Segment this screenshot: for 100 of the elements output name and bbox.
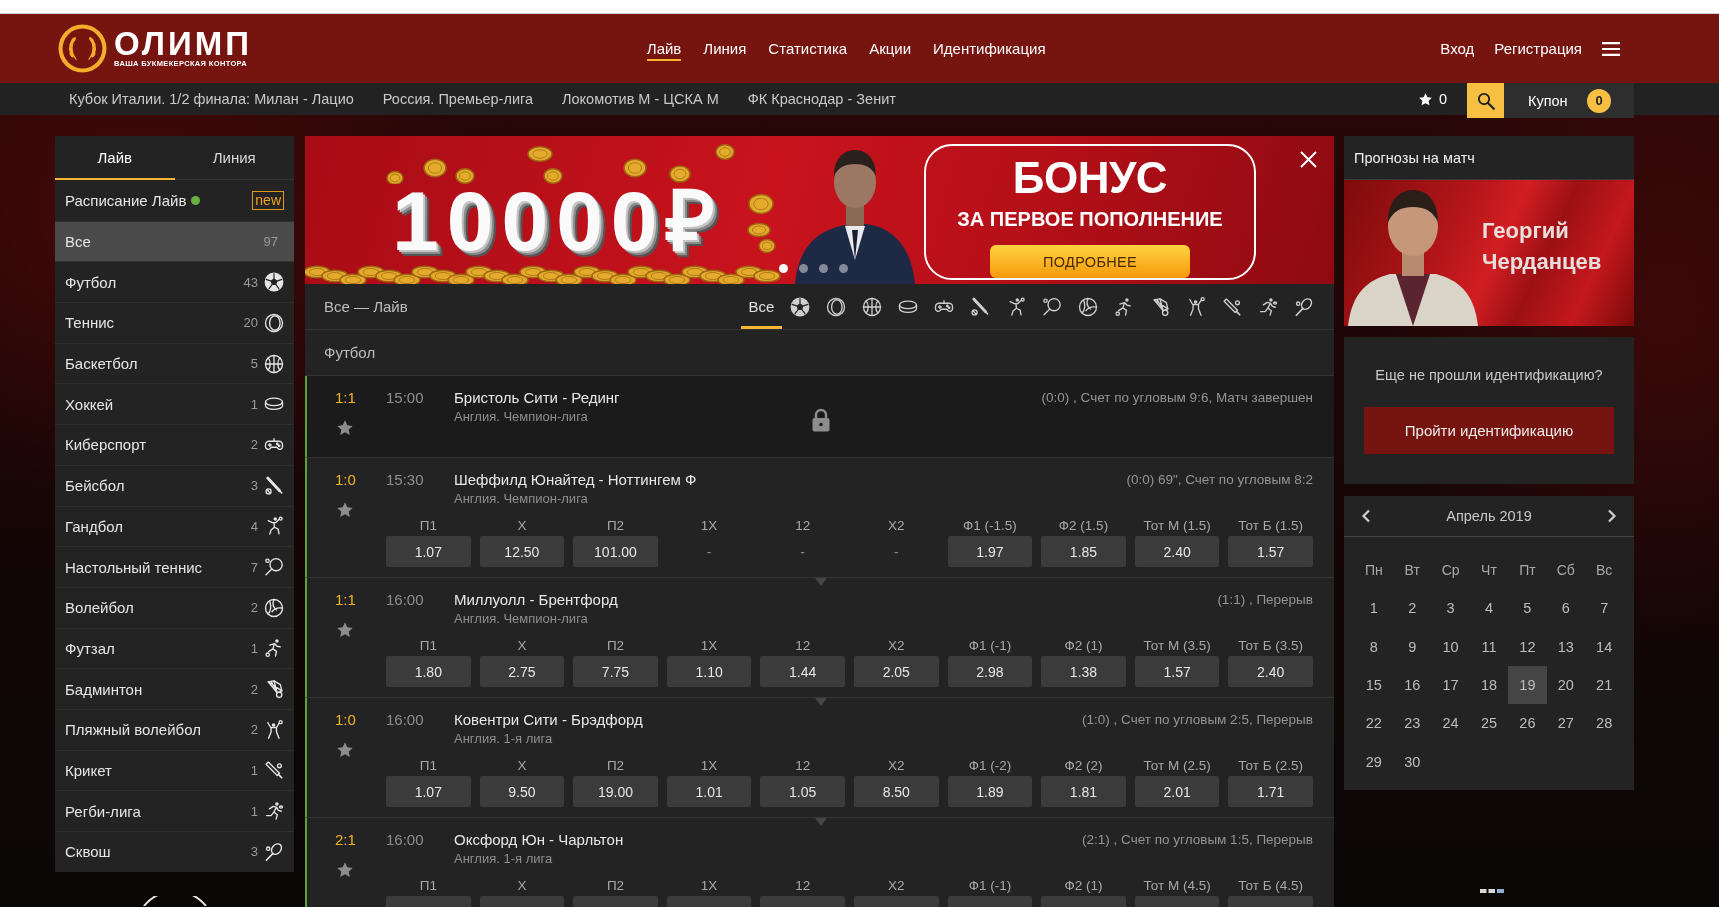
match-teams[interactable]: Бристоль Сити - Рединг [454,388,620,408]
event-link[interactable]: Кубок Италии. 1/2 финала: Милан - Лацио [69,91,354,107]
calendar-day[interactable]: 6 [1546,589,1585,628]
carousel-dot[interactable] [819,264,828,273]
sport-item[interactable]: Регби-лига 1 [55,790,294,831]
star-icon[interactable] [336,741,354,759]
tab[interactable]: Линия [174,136,294,180]
calendar-day[interactable]: 1 [1354,589,1393,628]
odds-button[interactable]: 1.85 [1041,536,1126,567]
odds-button[interactable]: 1.81 [1041,776,1126,807]
coupon-button[interactable]: Купон 0 [1504,83,1634,118]
odds-button[interactable]: 1.01 [666,776,752,807]
odds-button[interactable]: 1.38 [1041,656,1126,687]
sport-item[interactable]: Баскетбол 5 [55,342,294,384]
calendar-day[interactable]: 2 [1393,589,1432,628]
expert-banner[interactable]: Георгий Черданцев [1344,180,1634,326]
calendar-day[interactable]: 13 [1546,627,1585,666]
odds-button[interactable]: 1.07 [386,776,471,807]
calendar-day[interactable]: 21 [1584,665,1624,705]
odds-button[interactable]: 1.05 [760,776,845,807]
details-button[interactable]: ПОДРОБНЕЕ [990,245,1190,278]
odds-button[interactable]: 2.05 [854,656,939,687]
sport-item[interactable]: Хоккей 1 [55,383,294,425]
sport-item[interactable]: Крикет 1 [55,749,294,791]
odds-button[interactable]: 2.98 [947,656,1033,687]
nav-link[interactable]: Идентификация [933,36,1046,61]
calendar-day[interactable]: 18 [1469,665,1509,705]
sport-item[interactable]: Теннис 20 [55,302,294,343]
star-icon[interactable] [336,501,354,519]
calendar-day[interactable]: 12 [1508,627,1547,666]
logo-text[interactable]: ОЛИМП [114,29,252,59]
odds-button[interactable]: 1.97 [947,536,1033,567]
carousel-dot[interactable] [779,264,788,273]
calendar-day[interactable]: 3 [1431,589,1470,628]
calendar-day[interactable]: 25 [1469,704,1509,743]
odds-button[interactable]: 1.80 [386,656,471,687]
favorites-button[interactable]: 0 [1417,83,1447,115]
calendar-day[interactable]: 5 [1508,589,1547,628]
match-teams[interactable]: Оксфорд Юн - Чарльтон [454,830,624,850]
odds-button[interactable]: 7.75 [573,656,658,687]
login-link[interactable]: Вход [1440,40,1475,57]
calendar-day[interactable]: 8 [1354,627,1393,666]
odds-button[interactable]: 2.40 [1134,536,1220,567]
chevron-left-icon[interactable] [1361,509,1371,523]
sport-item[interactable]: Киберспорт 2 [55,424,294,465]
calendar-day[interactable]: 19 [1508,665,1547,705]
calendar-day[interactable]: 10 [1431,627,1470,666]
calendar-day[interactable]: 17 [1431,665,1470,705]
match-teams[interactable]: Миллуолл - Брентфорд [454,590,618,610]
nav-link[interactable]: Акции [869,36,912,61]
sport-item[interactable]: Настольный теннис 7 [55,546,294,587]
verify-button[interactable]: Пройти идентификацию [1364,407,1614,454]
calendar-day[interactable]: 14 [1584,627,1624,666]
calendar-day[interactable]: 30 [1393,742,1432,781]
sport-item[interactable]: Бадминтон 2 [55,668,294,709]
odds-button[interactable]: 19.00 [573,776,658,807]
calendar-day[interactable]: 11 [1469,627,1509,666]
odds-button[interactable]: 1.10 [666,656,752,687]
carousel-dot[interactable] [799,264,808,273]
nav-link[interactable]: Лайв [646,36,682,61]
calendar-day[interactable]: 26 [1508,704,1547,743]
odds-button[interactable]: 2.01 [1134,776,1220,807]
sport-item[interactable]: Волейбол 2 [55,586,294,628]
close-icon[interactable] [1300,151,1317,168]
sport-item[interactable]: Бейсбол 3 [55,464,294,506]
menu-icon[interactable] [1602,41,1620,56]
star-icon[interactable] [336,621,354,639]
star-icon[interactable] [336,861,354,879]
calendar-day[interactable]: 28 [1584,704,1624,743]
odds-button[interactable]: 2.40 [1228,656,1313,687]
odds-button[interactable]: 1.89 [947,776,1033,807]
sport-item[interactable]: Футбол 43 [55,261,294,303]
odds-button[interactable]: 1.44 [760,656,845,687]
match-teams[interactable]: Ковентри Сити - Брэдфорд [454,710,643,730]
odds-button[interactable]: 1.57 [1228,536,1313,567]
calendar-day[interactable]: 29 [1354,742,1393,781]
sport-item[interactable]: Гандбол 4 [55,505,294,547]
odds-button[interactable]: 9.50 [479,776,565,807]
calendar-day[interactable]: 27 [1546,704,1585,743]
odds-button[interactable]: 1.71 [1228,776,1313,807]
calendar-day[interactable]: 4 [1469,589,1509,628]
nav-link[interactable]: Линия [703,36,747,61]
event-link[interactable]: ФК Краснодар - Зенит [747,91,896,107]
search-button[interactable] [1467,83,1504,118]
match-teams[interactable]: Шеффилд Юнайтед - Ноттингем Ф [454,470,697,490]
nav-link[interactable]: Статистика [768,36,848,61]
calendar-day[interactable]: 20 [1546,665,1585,705]
sport-item[interactable]: Все 97 [55,220,294,262]
odds-button[interactable]: 8.50 [854,776,939,807]
calendar-day[interactable]: 16 [1393,665,1432,705]
calendar-day[interactable]: 15 [1354,665,1393,705]
event-link[interactable]: Россия. Премьер-лига [382,91,534,107]
calendar-day[interactable]: 23 [1393,704,1432,743]
odds-button[interactable]: 2.75 [479,656,565,687]
calendar-day[interactable]: 9 [1393,627,1432,666]
carousel-dot[interactable] [839,264,848,273]
sport-filter[interactable]: Все [741,284,782,329]
chevron-right-icon[interactable] [1607,509,1617,523]
event-link[interactable]: Локомотив М - ЦСКА М [562,91,719,107]
calendar-day[interactable]: 7 [1584,589,1624,628]
